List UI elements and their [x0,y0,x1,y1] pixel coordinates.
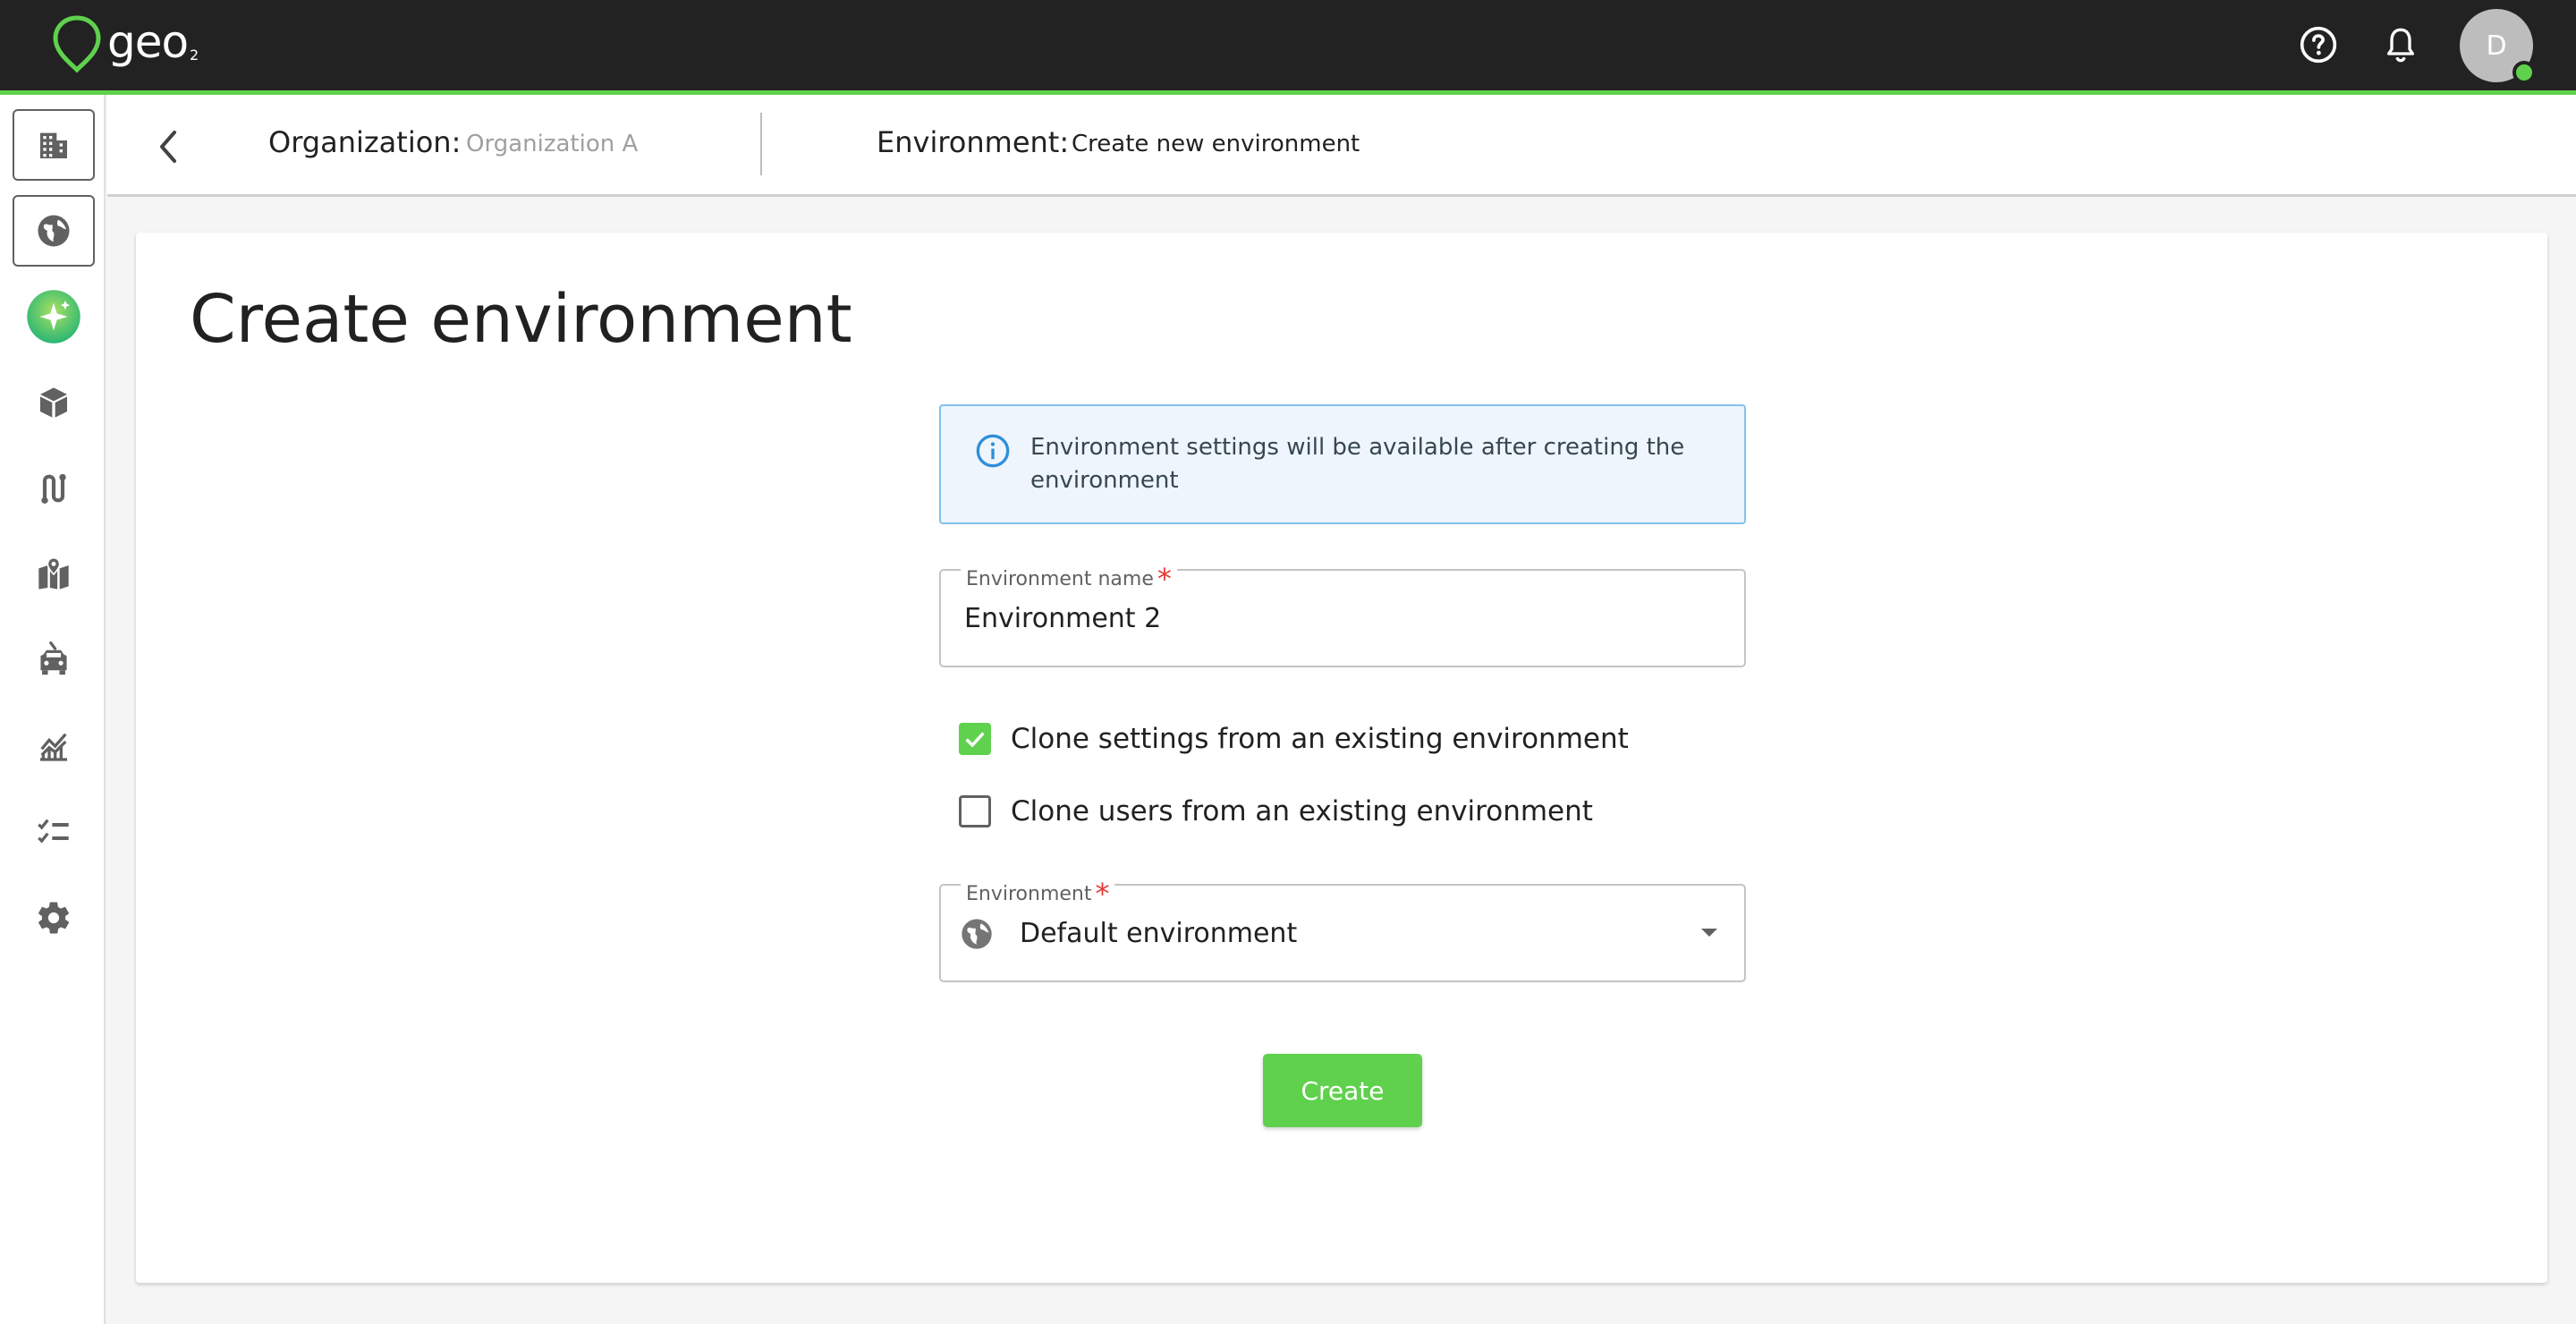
environment-value: Create new environment [1072,131,1360,157]
package-box-icon [40,387,67,418]
nav-analytics[interactable] [13,710,95,782]
info-alert-text: Environment settings will be available a… [1030,434,1685,494]
clone-users-option[interactable]: Clone users from an existing environment [959,792,1593,831]
clone-users-checkbox[interactable] [959,795,991,828]
geo-logo[interactable]: geo 2 [50,13,199,75]
globe-icon [962,919,992,949]
help-icon[interactable] [2297,23,2340,66]
back-button[interactable] [143,122,193,172]
dropdown-arrow-icon[interactable] [1699,927,1719,939]
magic-sparkle-icon [27,290,80,344]
clone-settings-checkbox[interactable] [959,723,991,755]
route-icon [41,473,66,504]
info-icon [976,434,1010,468]
checklist-icon [38,819,69,844]
create-button[interactable]: Create [1263,1054,1422,1127]
map-pin-icon [38,556,69,590]
organization-label: Organization: [268,125,462,159]
nav-vehicles[interactable] [13,624,95,696]
clone-settings-label[interactable]: Clone settings from an existing environm… [1011,723,1629,755]
location-pin-logo-icon [53,15,101,73]
left-sidebar-nav [0,95,106,1324]
source-environment-value: Default environment [1020,918,1298,949]
clone-settings-option[interactable]: Clone settings from an existing environm… [959,719,1629,759]
analytics-chart-icon [40,733,67,761]
nav-routes[interactable] [13,453,95,524]
bell-icon[interactable] [2379,23,2422,66]
online-status-dot [2512,61,2536,84]
organization-building-icon [40,132,67,158]
environment-name-input[interactable]: Environment 2 [964,603,1161,634]
create-environment-card: Create environment Environment settings … [136,233,2547,1283]
context-header-bar: Organization: Organization A Environment… [107,95,2576,197]
environment-label: Environment: [877,125,1070,159]
source-environment-select[interactable]: Environment * Default environment [939,873,1746,982]
chevron-left-icon [160,131,176,163]
source-environment-label: Environment * [961,873,1115,911]
checkmark-icon [965,732,985,748]
breadcrumb-divider [760,113,762,175]
settings-gear-icon [38,902,70,934]
top-app-bar: geo 2 D [0,0,2576,95]
info-alert: Environment settings will be available a… [939,404,1746,524]
nav-tasks[interactable] [13,796,95,868]
nav-organization[interactable] [13,109,95,181]
environment-name-label-text: Environment name [966,568,1154,590]
nav-environment[interactable] [13,195,95,267]
page-title: Create environment [190,281,852,358]
required-asterisk: * [1095,877,1110,911]
environment-name-field[interactable]: Environment name * Environment 2 [939,558,1746,667]
clone-users-label[interactable]: Clone users from an existing environment [1011,795,1593,828]
logo-subscript: 2 [190,47,199,64]
environment-name-label: Environment name * [961,558,1177,596]
nav-map[interactable] [13,539,95,610]
required-asterisk: * [1157,562,1172,596]
nav-magic[interactable] [13,281,95,352]
vehicle-icon [40,641,67,675]
source-environment-label-text: Environment [966,883,1092,905]
globe-icon [38,215,70,247]
nav-settings[interactable] [13,882,95,954]
logo-text: geo [107,16,189,68]
organization-value[interactable]: Organization A [466,131,638,157]
avatar-initial: D [2486,30,2507,62]
nav-packages[interactable] [13,367,95,438]
